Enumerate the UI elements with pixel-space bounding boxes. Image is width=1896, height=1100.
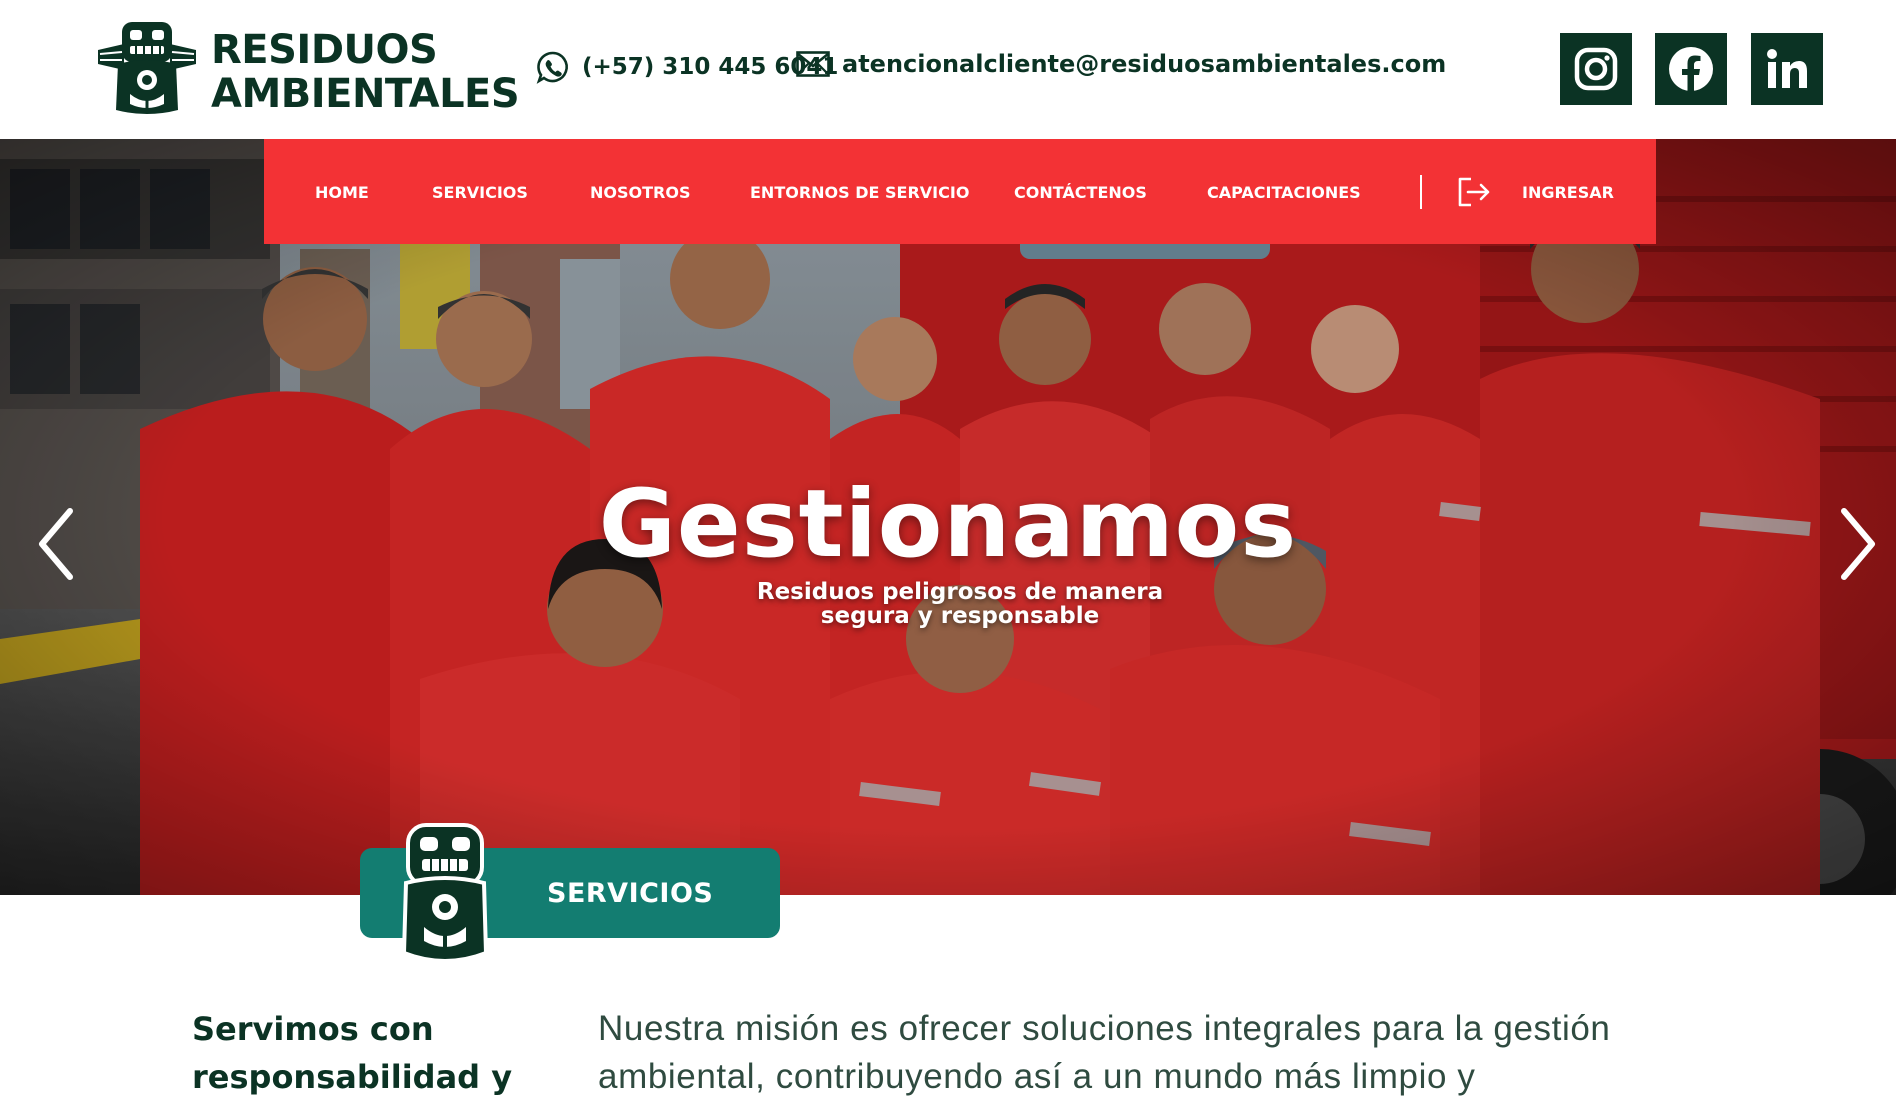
slider-next-button[interactable] <box>1828 499 1888 589</box>
nav-item-contactenos[interactable]: CONTÁCTENOS <box>1014 183 1147 202</box>
hero-title: Gestionamos <box>598 470 1298 579</box>
phone-contact[interactable]: (+57) 310 445 6041 <box>536 50 838 84</box>
nav-item-nosotros[interactable]: NOSOTROS <box>590 183 690 202</box>
main-nav: HOME SERVICIOS NOSOTROS ENTORNOS DE SERV… <box>264 139 1656 244</box>
hero-subtitle: Residuos peligrosos de manera segura y r… <box>756 579 1164 629</box>
nav-item-servicios[interactable]: SERVICIOS <box>432 183 528 202</box>
instagram-button[interactable] <box>1560 33 1632 105</box>
chevron-right-icon <box>1841 508 1875 580</box>
brand-name[interactable]: RESIDUOS AMBIENTALES <box>211 27 520 117</box>
linkedin-button[interactable] <box>1751 33 1823 105</box>
facebook-button[interactable] <box>1655 33 1727 105</box>
whatsapp-icon <box>536 51 568 84</box>
mask-totem-logo[interactable] <box>94 20 200 118</box>
slider-prev-button[interactable] <box>26 499 86 589</box>
chevron-left-icon <box>39 508 73 580</box>
nav-item-entornos[interactable]: ENTORNOS DE SERVICIO <box>750 183 969 202</box>
login-icon[interactable] <box>1457 177 1491 207</box>
intro-text: Nuestra misión es ofrecer soluciones int… <box>598 1009 1611 1096</box>
linkedin-icon <box>1767 49 1807 88</box>
hero-slider: Gestionamos Residuos peligrosos de maner… <box>0 139 1896 895</box>
site-header: RESIDUOS AMBIENTALES (+57) 310 445 6041 … <box>0 0 1896 139</box>
brand-line-2: AMBIENTALES <box>211 71 520 117</box>
nav-item-capacitaciones[interactable]: CAPACITACIONES <box>1207 183 1361 202</box>
email-contact[interactable]: atencionalcliente@residuosambientales.co… <box>796 50 1446 78</box>
facebook-icon <box>1669 47 1713 91</box>
nav-item-ingresar[interactable]: INGRESAR <box>1522 183 1614 202</box>
email-address: atencionalcliente@residuosambientales.co… <box>842 50 1447 78</box>
mail-icon <box>796 51 830 77</box>
instagram-icon <box>1574 47 1618 91</box>
nav-divider <box>1420 175 1422 209</box>
intro-heading: Servimos con responsabilidad y <box>192 1010 513 1096</box>
brand-line-1: RESIDUOS <box>211 27 438 73</box>
nav-item-home[interactable]: HOME <box>315 183 369 202</box>
services-button-label: SERVICIOS <box>547 878 714 909</box>
mask-totem-icon <box>401 823 489 963</box>
